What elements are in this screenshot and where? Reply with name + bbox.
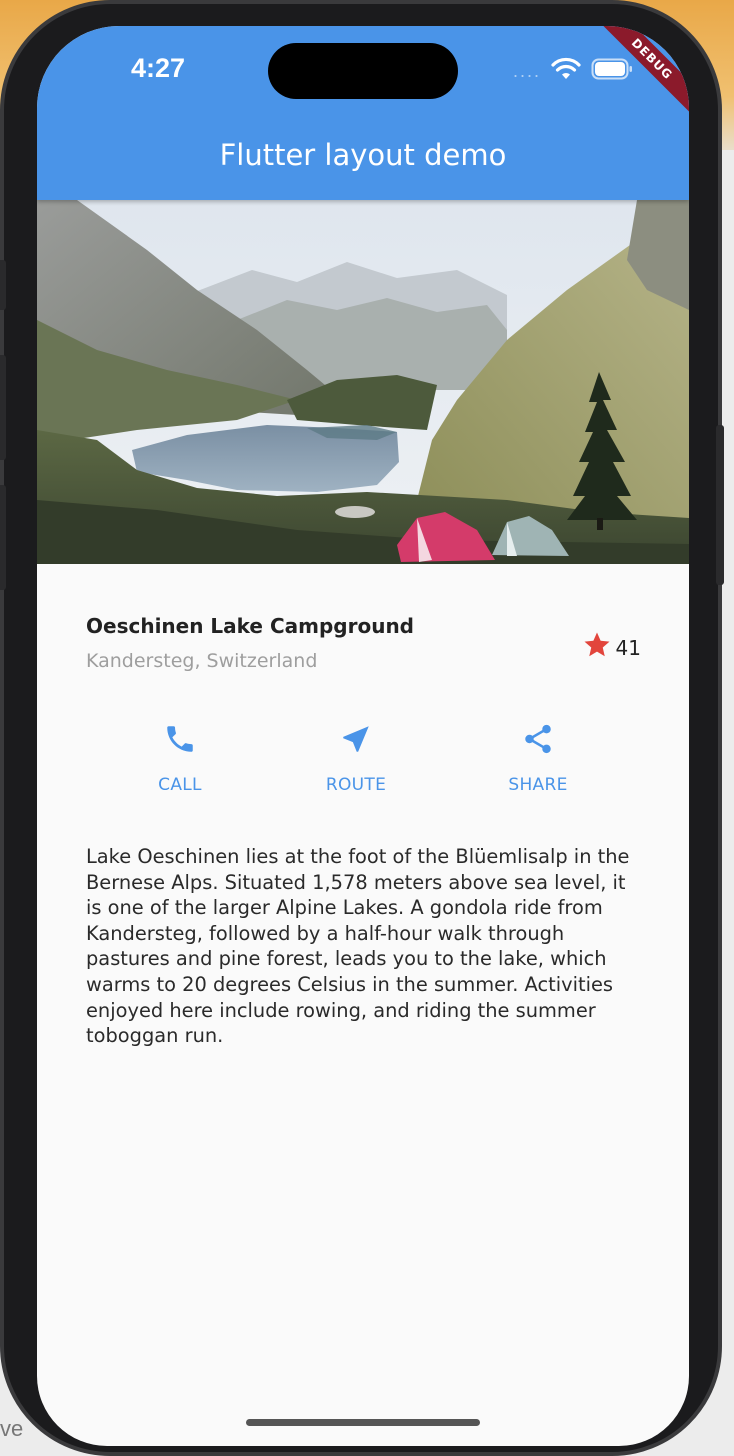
- app-bar: 4:27 .... DEBUG Flutter layout demo: [37, 26, 689, 200]
- rating-count: 41: [615, 635, 641, 660]
- rating[interactable]: 41: [582, 630, 641, 665]
- app-screen: 4:27 .... DEBUG Flutter layout demo Oesc…: [37, 26, 689, 1446]
- power-button: [716, 425, 724, 585]
- wifi-icon: [551, 57, 581, 86]
- background-text: ve: [0, 1416, 24, 1441]
- home-indicator[interactable]: [246, 1419, 480, 1426]
- phone-icon: [163, 722, 197, 761]
- share-button[interactable]: SHARE: [468, 722, 608, 795]
- lake-landscape-image: [37, 200, 689, 564]
- call-label: CALL: [158, 775, 202, 795]
- place-name: Oeschinen Lake Campground: [86, 614, 414, 638]
- route-button[interactable]: ROUTE: [286, 722, 426, 795]
- share-label: SHARE: [508, 775, 568, 795]
- title-section: Oeschinen Lake Campground Kandersteg, Sw…: [86, 610, 641, 680]
- app-bar-title: Flutter layout demo: [219, 138, 507, 172]
- route-label: ROUTE: [325, 775, 387, 795]
- volume-up-button: [0, 355, 6, 460]
- status-time: 4:27: [131, 53, 186, 83]
- description-text: Lake Oeschinen lies at the foot of the B…: [86, 845, 630, 1048]
- action-buttons-row: CALL ROUTE SHARE: [37, 722, 689, 802]
- call-button[interactable]: CALL: [110, 722, 250, 795]
- dynamic-island: [268, 43, 458, 99]
- cellular-signal-icon: ....: [512, 60, 541, 81]
- volume-down-button: [0, 485, 6, 590]
- silent-switch: [0, 260, 6, 310]
- star-icon[interactable]: [582, 630, 612, 665]
- status-icons: ....: [513, 56, 633, 86]
- share-icon: [521, 722, 555, 761]
- battery-icon: [591, 57, 633, 86]
- place-location: Kandersteg, Switzerland: [86, 650, 318, 672]
- navigation-icon: [339, 722, 373, 761]
